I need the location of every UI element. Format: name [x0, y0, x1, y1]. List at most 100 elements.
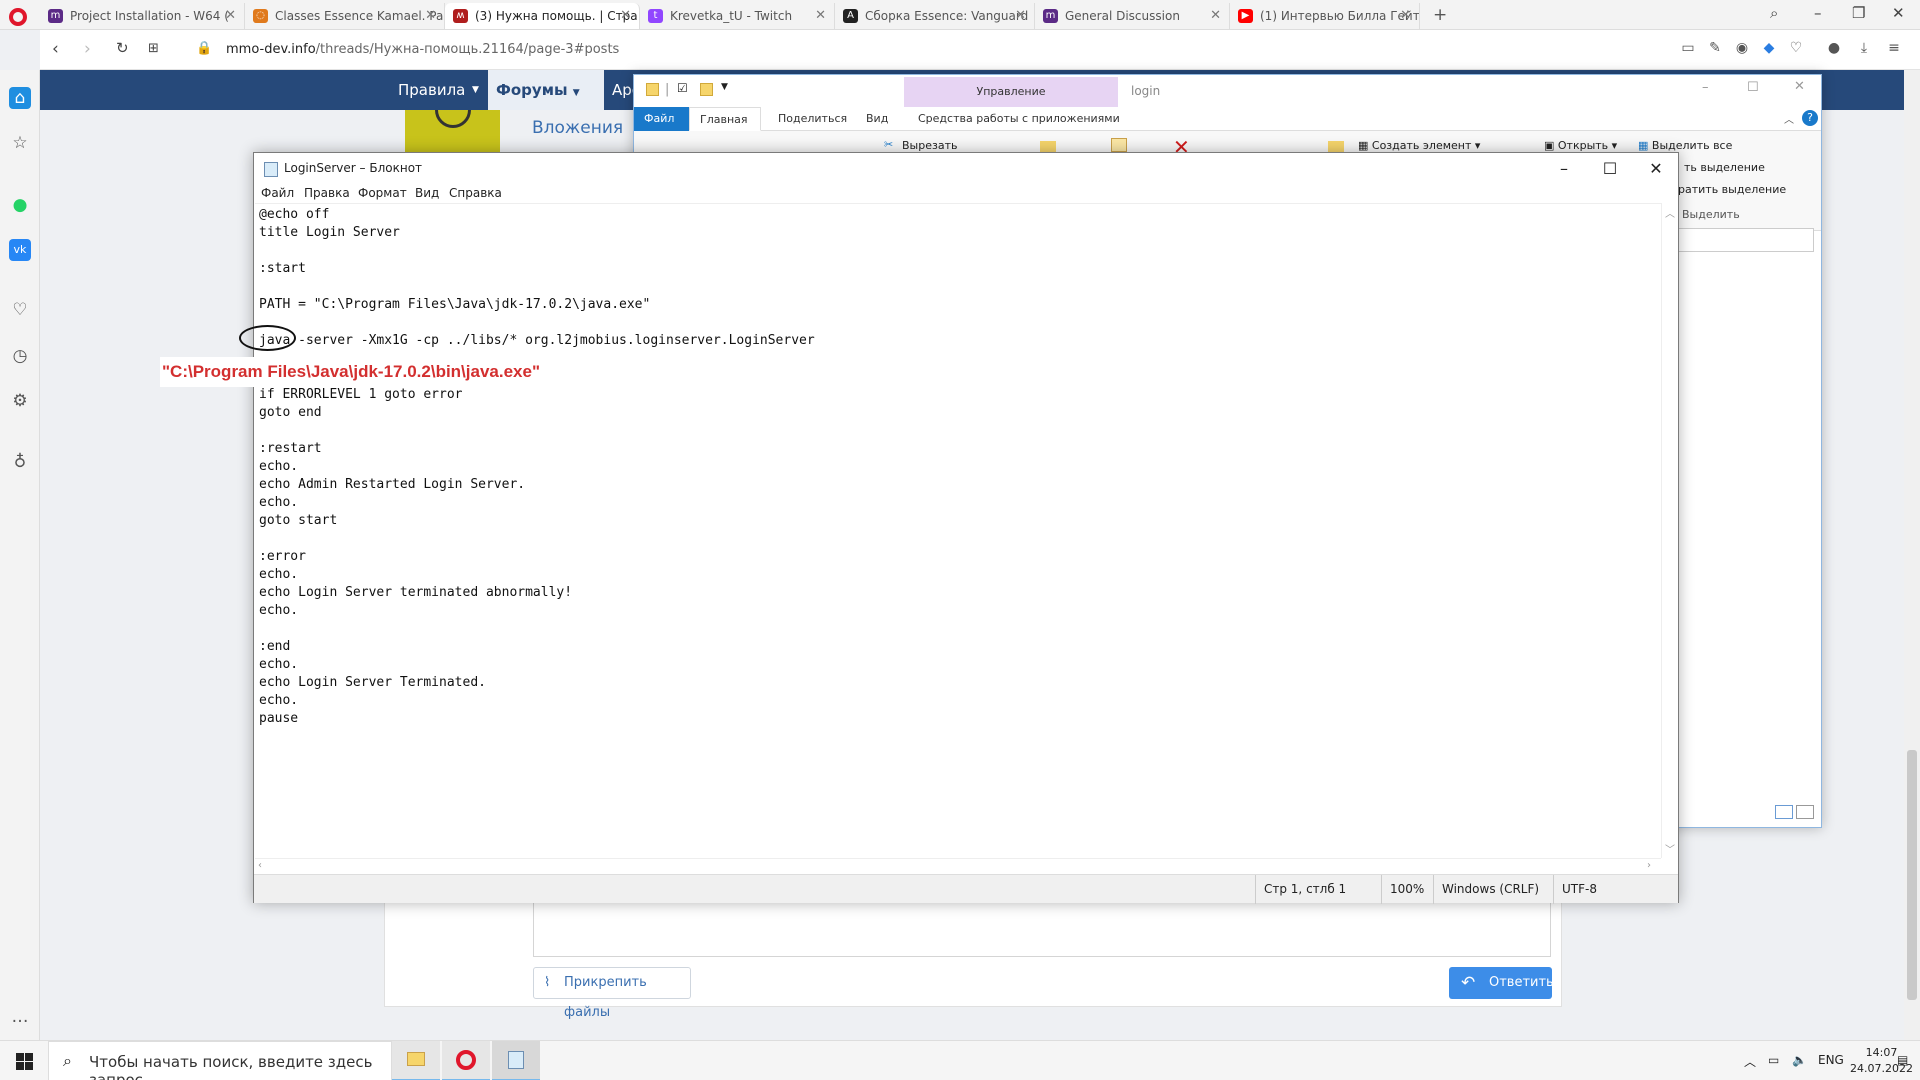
- tab-close-icon[interactable]: ✕: [620, 8, 631, 23]
- minimize-button[interactable]: –: [1702, 80, 1709, 95]
- menu-view[interactable]: Вид: [415, 186, 439, 200]
- browser-tab[interactable]: ◌ Classes Essence Kamael. Pa ✕: [245, 3, 445, 29]
- menu-help[interactable]: Справка: [449, 186, 502, 200]
- browser-tab[interactable]: m General Discussion ✕: [1035, 3, 1230, 29]
- history-icon[interactable]: ◷: [9, 345, 31, 367]
- invert-selection-button[interactable]: ратить выделение: [1678, 183, 1786, 196]
- browser-tab[interactable]: A Сборка Essence: Vanguard ✕: [835, 3, 1035, 29]
- horizontal-scrollbar[interactable]: ‹ ›: [255, 858, 1661, 874]
- back-button[interactable]: ‹: [52, 39, 59, 59]
- heart-icon[interactable]: ♡: [9, 299, 31, 321]
- tab-share[interactable]: Поделиться: [768, 107, 857, 131]
- reply-editor[interactable]: [533, 895, 1551, 957]
- minimize-button[interactable]: –: [1814, 4, 1822, 22]
- network-icon[interactable]: ▭: [1768, 1053, 1779, 1067]
- language-indicator[interactable]: ENG: [1818, 1053, 1844, 1067]
- vk-icon[interactable]: vk: [9, 239, 31, 261]
- download-icon[interactable]: ⤓: [1856, 40, 1872, 56]
- scroll-down-icon[interactable]: ﹀: [1665, 841, 1675, 856]
- profile-icon[interactable]: ●: [1826, 40, 1842, 56]
- scroll-up-icon[interactable]: ︿: [1665, 205, 1675, 220]
- cut-button[interactable]: Вырезать: [902, 139, 957, 152]
- edit-icon[interactable]: ✎: [1707, 40, 1723, 56]
- whatsapp-icon[interactable]: ●: [9, 194, 31, 216]
- manage-context-tab[interactable]: Управление: [904, 77, 1118, 107]
- notifications-icon[interactable]: ▤: [1897, 1053, 1908, 1067]
- menu-file[interactable]: Файл: [261, 186, 294, 200]
- volume-icon[interactable]: 🔈: [1792, 1053, 1807, 1067]
- help-icon[interactable]: ?: [1802, 110, 1818, 126]
- start-button[interactable]: [0, 1041, 48, 1080]
- taskbar-explorer[interactable]: [392, 1041, 440, 1080]
- browser-tab[interactable]: ▶ (1) Интервью Билла Гейтс ✕: [1230, 3, 1420, 29]
- browser-tab[interactable]: m Project Installation - W64 (✕: [40, 3, 245, 29]
- chevron-up-icon[interactable]: ︿: [1744, 1053, 1756, 1070]
- close-button[interactable]: ✕: [1794, 79, 1805, 94]
- reader-icon[interactable]: ▭: [1680, 40, 1696, 56]
- minimize-button[interactable]: –: [1541, 155, 1587, 183]
- heart-icon[interactable]: ♡: [1788, 40, 1804, 56]
- select-none-button[interactable]: ть выделение: [1684, 161, 1765, 174]
- tab-close-icon[interactable]: ✕: [425, 8, 436, 23]
- open-button[interactable]: ▣ Открыть ▾: [1544, 139, 1617, 152]
- nav-forums[interactable]: Форумы ▼: [488, 70, 604, 110]
- tab-app-tools[interactable]: Средства работы с приложениями: [908, 107, 1130, 131]
- speed-dial-icon[interactable]: ⊞: [148, 41, 159, 56]
- new-item-button[interactable]: ▦ Создать элемент ▾: [1358, 139, 1480, 152]
- properties-icon[interactable]: ☑: [677, 81, 688, 95]
- tab-close-icon[interactable]: ✕: [1015, 8, 1026, 23]
- close-button[interactable]: ✕: [1633, 155, 1679, 183]
- tab-close-icon[interactable]: ✕: [1400, 8, 1411, 23]
- tab-file[interactable]: Файл: [634, 107, 689, 131]
- tab-close-icon[interactable]: ✕: [225, 8, 236, 23]
- menu-icon[interactable]: ≡: [1886, 40, 1902, 56]
- url-field[interactable]: mmo-dev.info/threads/Нужна-помощь.21164/…: [226, 42, 619, 57]
- settings-icon[interactable]: ⚙: [9, 390, 31, 412]
- menu-format[interactable]: Формат: [358, 186, 407, 200]
- copy-to-icon[interactable]: [1111, 138, 1127, 152]
- tab-close-icon[interactable]: ✕: [1210, 8, 1221, 23]
- maximize-button[interactable]: ☐: [1747, 80, 1759, 95]
- scrollbar-thumb[interactable]: [1907, 750, 1917, 1000]
- details-view-icon[interactable]: [1775, 805, 1793, 819]
- scroll-right-icon[interactable]: ›: [1647, 860, 1651, 871]
- large-icons-view-icon[interactable]: [1796, 805, 1814, 819]
- close-window-button[interactable]: ✕: [1892, 4, 1905, 22]
- shield-icon[interactable]: ◆: [1761, 40, 1777, 56]
- chevron-down-icon[interactable]: ▼: [464, 70, 487, 110]
- home-icon[interactable]: ⌂: [9, 87, 31, 109]
- new-tab-button[interactable]: +: [1433, 5, 1447, 25]
- tab-home[interactable]: Главная: [689, 107, 761, 131]
- scroll-left-icon[interactable]: ‹: [258, 860, 262, 871]
- camera-icon[interactable]: ◉: [1734, 40, 1750, 56]
- explorer-search-input[interactable]: [1674, 228, 1814, 252]
- browser-tab[interactable]: t Krevetka_tU - Twitch ✕: [640, 3, 835, 29]
- forward-button[interactable]: ›: [84, 39, 91, 59]
- tab-close-icon[interactable]: ✕: [815, 8, 826, 23]
- attach-files-button[interactable]: ⌇ Прикрепить файлы: [533, 967, 691, 1020]
- restore-button[interactable]: ❐: [1852, 4, 1865, 22]
- taskbar-search[interactable]: ⌕ Чтобы начать поиск, введите здесь запр…: [48, 1041, 392, 1080]
- tab-view[interactable]: Вид: [856, 107, 898, 131]
- opera-menu-icon[interactable]: [9, 8, 27, 26]
- taskbar-opera[interactable]: [442, 1041, 490, 1080]
- tab-search-icon[interactable]: ⌕: [1770, 4, 1778, 22]
- browser-tab[interactable]: ʍ (3) Нужна помощь. | Стра ✕: [445, 3, 640, 29]
- reload-button[interactable]: ↻: [116, 39, 129, 57]
- more-icon[interactable]: …: [9, 1006, 31, 1028]
- page-scrollbar[interactable]: [1904, 70, 1920, 1050]
- select-all-button[interactable]: ▦ Выделить все: [1638, 139, 1732, 152]
- reply-button[interactable]: ↶ Ответить: [1449, 967, 1554, 999]
- menu-edit[interactable]: Правка: [304, 186, 350, 200]
- star-icon[interactable]: ☆: [9, 132, 31, 154]
- chevron-up-icon[interactable]: ︿: [1784, 111, 1794, 126]
- user-avatar[interactable]: [405, 110, 500, 152]
- nav-rules[interactable]: Правила: [390, 70, 473, 110]
- new-folder-icon[interactable]: [700, 83, 713, 96]
- maximize-button[interactable]: ☐: [1587, 155, 1633, 183]
- taskbar-notepad[interactable]: [492, 1041, 540, 1080]
- vertical-scrollbar[interactable]: ︿ ﹀: [1661, 203, 1677, 858]
- chevron-down-icon[interactable]: ▼: [721, 82, 728, 92]
- lightbulb-icon[interactable]: ♁: [9, 451, 31, 473]
- notepad-text-area[interactable]: @echo off title Login Server:start PATH = …: [255, 203, 1661, 858]
